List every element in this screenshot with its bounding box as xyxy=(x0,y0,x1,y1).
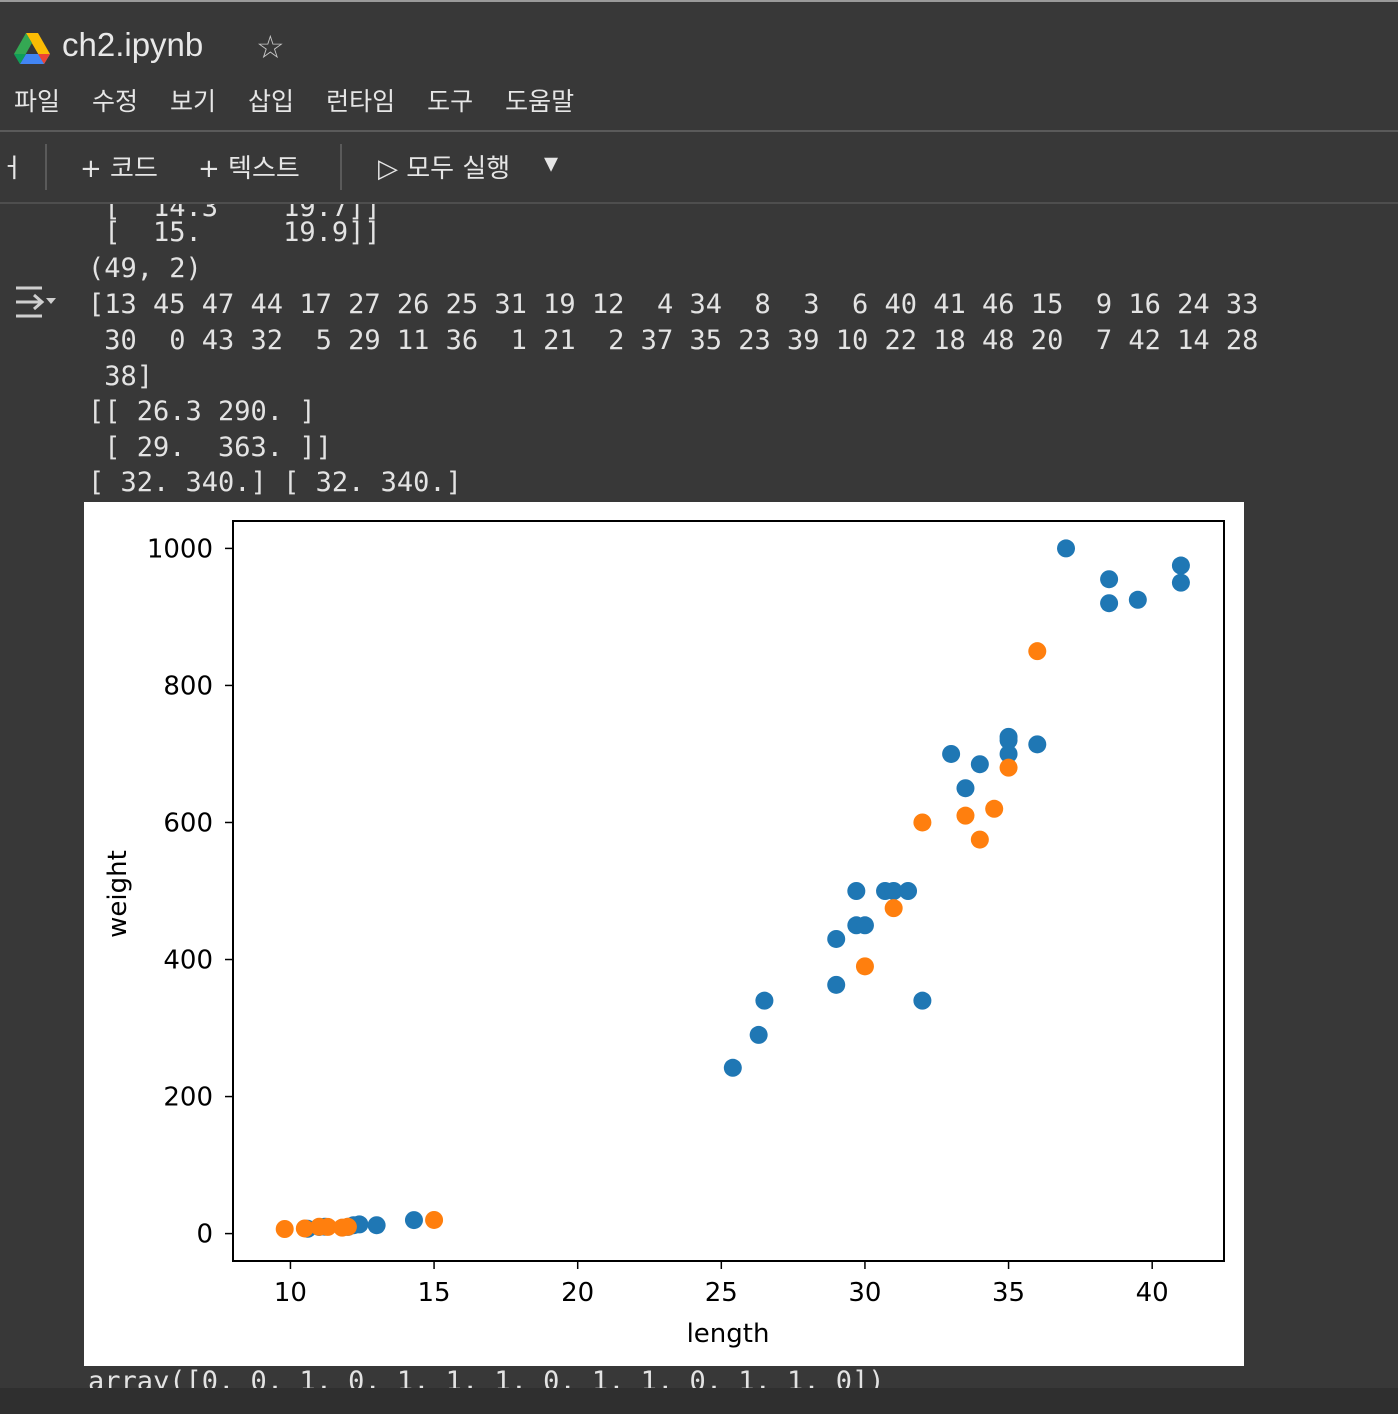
x-tick-label: 35 xyxy=(992,1278,1025,1308)
toolbar: ㅓ + 코드 + 텍스트 ▷ 모두 실행 ▾ xyxy=(0,132,1398,202)
output-line: array([0, 0, 1, 0, 1, 1, 1, 0, 1, 1, 0, … xyxy=(88,1366,885,1390)
toolbar-separator xyxy=(340,144,342,190)
scatter-point-series-1 xyxy=(425,1210,444,1229)
menu-help[interactable]: 도움말 xyxy=(505,82,574,122)
output-line: 38] xyxy=(88,361,154,392)
run-all-button[interactable]: ▷ 모두 실행 xyxy=(378,148,510,185)
bottom-bar xyxy=(0,1388,1398,1414)
google-drive-icon[interactable] xyxy=(14,32,50,64)
scatter-point-series-1 xyxy=(275,1220,294,1239)
menu-edit[interactable]: 수정 xyxy=(92,82,138,122)
scatter-point-series-0 xyxy=(847,882,866,900)
scatter-point-series-1 xyxy=(956,806,975,825)
output-line: [13 45 47 44 17 27 26 25 31 19 12 4 34 8… xyxy=(88,289,1259,320)
scatter-point-series-1 xyxy=(999,758,1018,777)
scatter-point-series-0 xyxy=(367,1216,386,1235)
x-tick-label: 15 xyxy=(418,1278,451,1308)
y-tick-label: 1000 xyxy=(147,534,213,564)
scatter-plot: 10 15 20 25 30 35 40 0 200 400 600 800 1000 length … xyxy=(84,502,1244,1366)
scatter-point-series-0 xyxy=(942,744,961,763)
x-tick-label: 30 xyxy=(848,1278,881,1308)
scatter-point-series-0 xyxy=(827,929,846,948)
scatter-point-series-0 xyxy=(956,779,975,798)
notebook-title[interactable]: ch2.ipynb xyxy=(62,26,203,64)
scatter-point-series-1 xyxy=(985,799,1004,818)
toolbar-separator xyxy=(45,144,47,190)
scatter-point-series-1 xyxy=(970,830,989,849)
y-tick-label: 400 xyxy=(163,946,213,976)
scatter-point-series-0 xyxy=(723,1058,742,1077)
x-tick-label: 20 xyxy=(561,1278,594,1308)
scatter-point-series-1 xyxy=(1028,642,1047,661)
output-line: [ 15. 19.9]] xyxy=(88,217,381,248)
x-tick-label: 25 xyxy=(705,1278,738,1308)
scatter-point-series-0 xyxy=(1057,539,1076,558)
y-axis-label: weight xyxy=(103,850,133,938)
output-line: [ 29. 363. ]] xyxy=(88,432,332,463)
x-tick-label: 10 xyxy=(274,1278,307,1308)
toolbar-cut-label[interactable]: ㅓ xyxy=(0,148,24,185)
output-line: [ 32. 340.] [ 32. 340.] xyxy=(88,467,462,498)
output-line: [[ 26.3 290. ] xyxy=(88,396,316,427)
scatter-point-series-0 xyxy=(1100,594,1119,613)
y-tick-label: 0 xyxy=(196,1220,213,1250)
scatter-point-series-0 xyxy=(899,882,918,900)
y-tick-label: 200 xyxy=(163,1083,213,1113)
scatter-point-series-0 xyxy=(913,991,932,1010)
scatter-point-series-0 xyxy=(755,991,774,1010)
add-code-button[interactable]: + 코드 xyxy=(80,148,158,185)
x-axis-label: length xyxy=(687,1319,770,1349)
scatter-point-series-0 xyxy=(1100,570,1119,589)
add-text-button[interactable]: + 텍스트 xyxy=(198,148,300,185)
y-tick-label: 600 xyxy=(163,808,213,838)
scatter-point-series-1 xyxy=(855,957,874,976)
scatter-point-series-0 xyxy=(749,1025,768,1044)
scatter-point-series-1 xyxy=(884,899,903,918)
scatter-point-series-0 xyxy=(999,731,1018,750)
y-tick-label: 800 xyxy=(163,671,213,701)
output-line: 30 0 43 32 5 29 11 36 1 21 2 37 35 23 39… xyxy=(88,325,1259,356)
scatter-point-series-0 xyxy=(1128,590,1147,609)
scatter-point-series-0 xyxy=(827,975,846,994)
scatter-point-series-0 xyxy=(404,1211,423,1230)
menu-runtime[interactable]: 런타임 xyxy=(326,82,395,122)
chart-svg: 10 15 20 25 30 35 40 02004006008001000 length … xyxy=(103,520,1225,1349)
scatter-point-series-0 xyxy=(1028,735,1047,754)
scatter-point-series-0 xyxy=(1171,556,1190,575)
notebook-header: ch2.ipynb ☆ 파일 수정 보기 삽입 런타임 도구 도움말 xyxy=(0,2,1398,130)
menu-view[interactable]: 보기 xyxy=(170,82,216,122)
output-line: (49, 2) xyxy=(88,253,202,284)
menu-tools[interactable]: 도구 xyxy=(427,82,473,122)
menu-insert[interactable]: 삽입 xyxy=(248,82,294,122)
scatter-point-series-0 xyxy=(855,916,874,935)
run-all-dropdown-icon[interactable]: ▾ xyxy=(544,146,558,179)
output-actions-icon[interactable] xyxy=(12,282,60,322)
menu-bar: 파일 수정 보기 삽입 런타임 도구 도움말 xyxy=(14,82,606,122)
scatter-point-series-0 xyxy=(1171,573,1190,592)
cell-output: [ 14.3 19.7]] [ 15. 19.9]] (49, 2) [13 4… xyxy=(0,204,1398,1390)
star-icon[interactable]: ☆ xyxy=(256,28,285,66)
scatter-point-series-0 xyxy=(970,755,989,774)
scatter-point-series-1 xyxy=(338,1217,357,1236)
x-tick-label: 40 xyxy=(1136,1278,1169,1308)
plot-frame xyxy=(232,520,1225,1262)
scatter-point-series-1 xyxy=(913,813,932,832)
menu-file[interactable]: 파일 xyxy=(14,82,60,122)
